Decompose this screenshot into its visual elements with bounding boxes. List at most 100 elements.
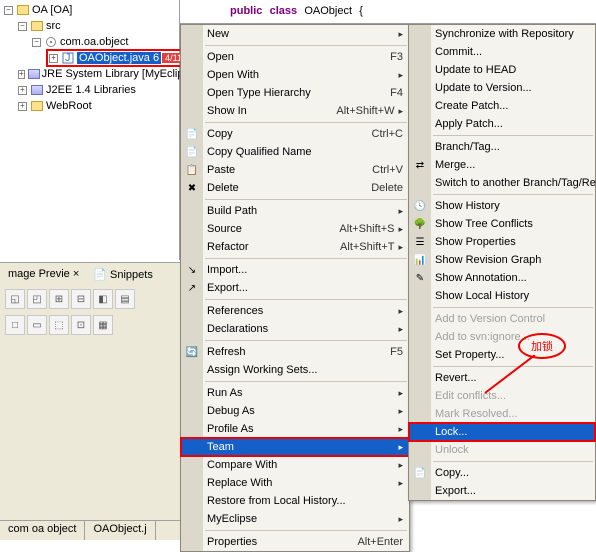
properties-icon: ☰ [412, 234, 428, 250]
toolbar-button[interactable]: ⊟ [71, 289, 91, 309]
library-icon [28, 67, 40, 81]
tree-webroot[interactable]: +WebRoot [2, 98, 177, 114]
menu-declarations[interactable]: Declarations [181, 320, 409, 338]
menu-new[interactable]: New [181, 25, 409, 43]
menu-show-in[interactable]: Show InAlt+Shift+W [181, 102, 409, 120]
menu-copy[interactable]: 📄CopyCtrl+C [181, 125, 409, 143]
tab-snippets[interactable]: 📄 Snippets [89, 266, 157, 283]
menu-apply-patch[interactable]: Apply Patch... [409, 115, 595, 133]
menu-assign-working-sets[interactable]: Assign Working Sets... [181, 361, 409, 379]
tab-image-preview[interactable]: mage Previe × [4, 266, 83, 283]
menu-synchronize[interactable]: Synchronize with Repository [409, 25, 595, 43]
menu-open-with[interactable]: Open With [181, 66, 409, 84]
menu-show-annotation[interactable]: ✎Show Annotation... [409, 269, 595, 287]
menu-merge[interactable]: ⇄Merge... [409, 156, 595, 174]
toolbar-button[interactable]: ◱ [5, 289, 25, 309]
toolbar-button[interactable]: ◧ [93, 289, 113, 309]
tree-icon: 🌳 [412, 216, 428, 232]
toolbar-button[interactable]: ⊡ [71, 315, 91, 335]
toolbar-button[interactable]: ◰ [27, 289, 47, 309]
menu-copy-qualified[interactable]: 📄Copy Qualified Name [181, 143, 409, 161]
menu-team[interactable]: Team [181, 438, 409, 456]
tree-file-oaobject[interactable]: + J OAObject.java 64/11 [2, 50, 177, 66]
menu-show-properties[interactable]: ☰Show Properties [409, 233, 595, 251]
menu-unlock: Unlock [409, 441, 595, 459]
lower-left-pane: mage Previe × 📄 Snippets ◱ ◰ ⊞ ⊟ ◧ ▤ □ ▭… [0, 262, 180, 540]
merge-icon: ⇄ [412, 157, 428, 173]
graph-icon: 📊 [412, 252, 428, 268]
toolbar-button[interactable]: ▦ [93, 315, 113, 335]
tree-j2ee[interactable]: + J2EE 1.4 Libraries [2, 82, 177, 98]
library-icon [30, 83, 44, 97]
toolbar-button[interactable]: ▤ [115, 289, 135, 309]
menu-refresh[interactable]: 🔄RefreshF5 [181, 343, 409, 361]
export-icon: ↗ [184, 280, 200, 296]
menu-source[interactable]: SourceAlt+Shift+S [181, 220, 409, 238]
menu-show-tree-conflicts[interactable]: 🌳Show Tree Conflicts [409, 215, 595, 233]
menu-debug-as[interactable]: Debug As [181, 402, 409, 420]
toolbar-button[interactable]: ▭ [27, 315, 47, 335]
menu-properties[interactable]: PropertiesAlt+Enter [181, 533, 409, 551]
menu-show-history[interactable]: 🕓Show History [409, 197, 595, 215]
menu-switch-branch[interactable]: Switch to another Branch/Tag/Rev [409, 174, 595, 192]
team-submenu: Synchronize with Repository Commit... Up… [408, 24, 596, 501]
menu-refactor[interactable]: RefactorAlt+Shift+T [181, 238, 409, 256]
toolbar-button[interactable]: ⊞ [49, 289, 69, 309]
menu-run-as[interactable]: Run As [181, 384, 409, 402]
tree-jre[interactable]: +JRE System Library [MyEclipse [2, 66, 177, 82]
import-icon: ↘ [184, 262, 200, 278]
delete-icon: ✖ [184, 180, 200, 196]
menu-show-local-history[interactable]: Show Local History [409, 287, 595, 305]
menu-compare-with[interactable]: Compare With [181, 456, 409, 474]
tree-label: OA [OA] [32, 4, 72, 16]
editor[interactable]: public class OAObject { [180, 0, 596, 24]
java-icon: J [61, 51, 75, 65]
menu-revert[interactable]: Revert... [409, 369, 595, 387]
expand-icon[interactable]: + [18, 102, 27, 111]
expand-icon[interactable]: + [49, 54, 58, 63]
menu-open[interactable]: OpenF3 [181, 48, 409, 66]
tree-project[interactable]: − OA [OA] [2, 2, 177, 18]
close-icon[interactable]: × [73, 268, 79, 280]
menu-update-version[interactable]: Update to Version... [409, 79, 595, 97]
menu-restore-local-history[interactable]: Restore from Local History... [181, 492, 409, 510]
menu-mark-resolved: Mark Resolved... [409, 405, 595, 423]
menu-commit[interactable]: Commit... [409, 43, 595, 61]
tree-src[interactable]: −src [2, 18, 177, 34]
collapse-icon[interactable]: − [32, 38, 41, 47]
expand-icon[interactable]: + [18, 86, 27, 95]
menu-show-revision-graph[interactable]: 📊Show Revision Graph [409, 251, 595, 269]
menu-paste[interactable]: 📋PasteCtrl+V [181, 161, 409, 179]
menu-lock[interactable]: Lock... [409, 423, 595, 441]
svg-text:J: J [65, 52, 71, 64]
collapse-icon[interactable]: − [18, 22, 27, 31]
menu-references[interactable]: References [181, 302, 409, 320]
menu-delete[interactable]: ✖DeleteDelete [181, 179, 409, 197]
collapse-icon[interactable]: − [4, 6, 13, 15]
menu-export[interactable]: ↗Export... [181, 279, 409, 297]
bottom-tab[interactable]: com oa object [0, 521, 85, 540]
menu-replace-with[interactable]: Replace With [181, 474, 409, 492]
menu-profile-as[interactable]: Profile As [181, 420, 409, 438]
menu-open-type-hierarchy[interactable]: Open Type HierarchyF4 [181, 84, 409, 102]
bottom-tab[interactable]: OAObject.j [85, 521, 155, 540]
project-icon [16, 3, 30, 17]
menu-create-patch[interactable]: Create Patch... [409, 97, 595, 115]
paste-icon: 📋 [184, 162, 200, 178]
menu-edit-conflicts: Edit conflicts... [409, 387, 595, 405]
menu-build-path[interactable]: Build Path [181, 202, 409, 220]
toolbar-button[interactable]: ⬚ [49, 315, 69, 335]
menu-export2[interactable]: Export... [409, 482, 595, 500]
menu-set-property[interactable]: Set Property... [409, 346, 595, 364]
expand-icon[interactable]: + [18, 70, 25, 79]
menu-myeclipse[interactable]: MyEclipse [181, 510, 409, 528]
folder-icon [30, 99, 44, 113]
toolbar-button[interactable]: □ [5, 315, 25, 335]
menu-copy2[interactable]: 📄Copy... [409, 464, 595, 482]
menu-import[interactable]: ↘Import... [181, 261, 409, 279]
menu-branch-tag[interactable]: Branch/Tag... [409, 138, 595, 156]
tree-package[interactable]: −com.oa.object [2, 34, 177, 50]
tree-label: J2EE 1.4 Libraries [46, 84, 136, 96]
package-icon [44, 35, 58, 49]
menu-update-head[interactable]: Update to HEAD [409, 61, 595, 79]
